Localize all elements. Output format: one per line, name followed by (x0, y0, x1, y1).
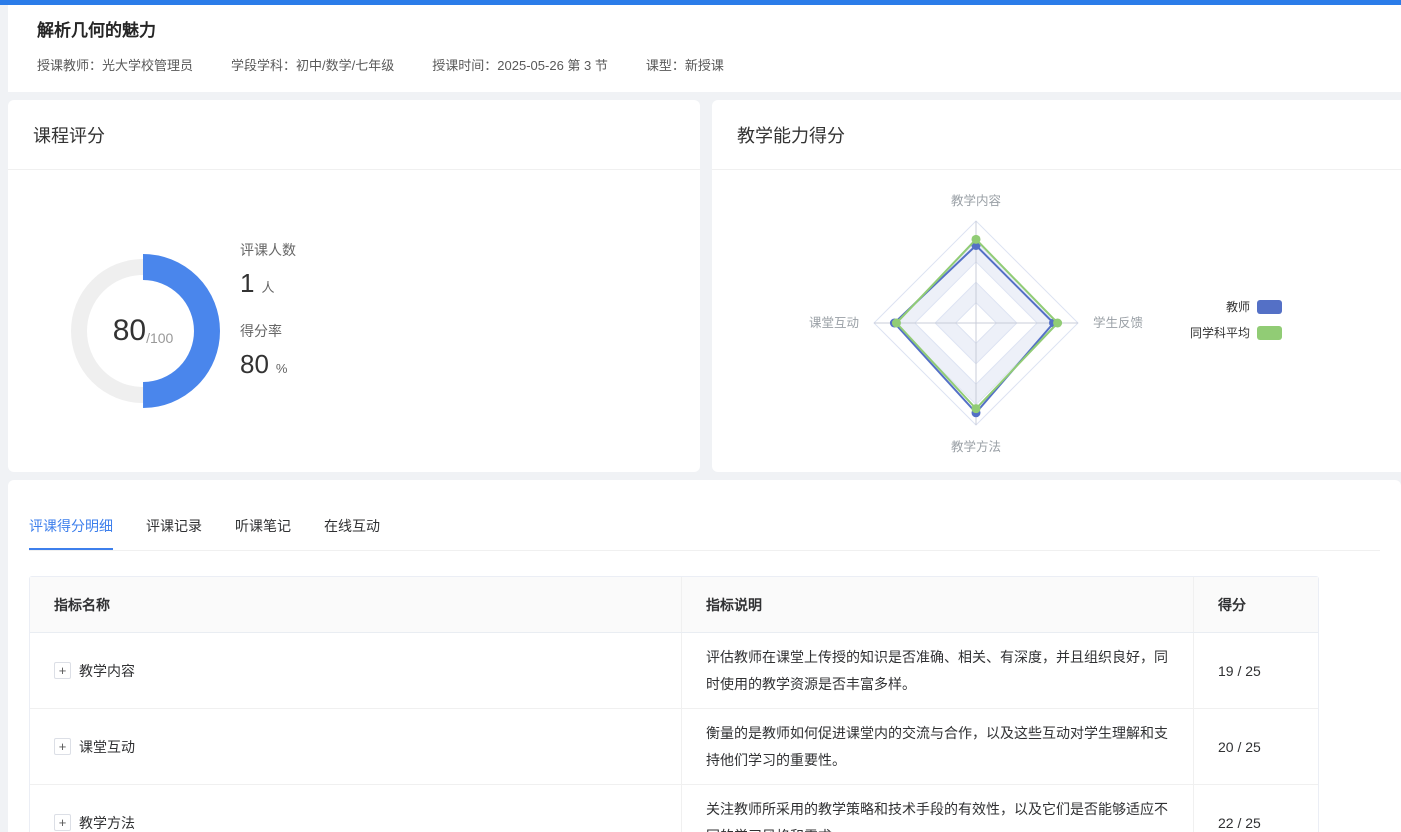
indicator-score: 22 / 25 (1218, 815, 1261, 831)
indicator-desc: 关注教师所采用的教学策略和技术手段的有效性，以及它们是否能够适应不同的学习风格和… (706, 796, 1169, 832)
indicator-score: 19 / 25 (1218, 663, 1261, 679)
indicator-desc-cell: 衡量的是教师如何促进课堂内的交流与合作，以及这些互动对学生理解和支持他们学习的重… (681, 709, 1193, 784)
indicator-name-cell: + 教学内容 (30, 633, 681, 708)
indicator-score: 20 / 25 (1218, 739, 1261, 755)
table-row: + 课堂互动 衡量的是教师如何促进课堂内的交流与合作，以及这些互动对学生理解和支… (30, 709, 1318, 785)
course-header: 解析几何的魅力 授课教师：光大学校管理员 学段学科：初中/数学/七年级 授课时间：2… (8, 5, 1401, 92)
meta-label: 授课教师： (37, 58, 102, 73)
indicator-desc-cell: 关注教师所采用的教学策略和技术手段的有效性，以及它们是否能够适应不同的学习风格和… (681, 785, 1193, 832)
reviewers-value: 1 (240, 268, 254, 299)
course-score-card-title: 课程评分 (33, 122, 105, 148)
score-rate-unit: % (276, 361, 288, 376)
donut-score-denominator: /100 (146, 330, 173, 346)
svg-text:教学内容: 教学内容 (951, 193, 1001, 208)
tab-item[interactable]: 听课笔记 (235, 516, 291, 550)
indicator-score-cell: 22 / 25 (1193, 785, 1318, 832)
teaching-ability-card: 教学能力得分 教学内容学生反馈教学方法 课堂互动 教师同学科平均 (712, 100, 1401, 472)
svg-text:教学方法: 教学方法 (951, 439, 1001, 454)
course-meta-item: 学段学科：初中/数学/七年级 (231, 55, 394, 74)
meta-value: 2025-05-26 第 3 节 (497, 58, 608, 73)
meta-label: 授课时间： (432, 58, 497, 73)
course-meta-row: 授课教师：光大学校管理员 学段学科：初中/数学/七年级 授课时间：2025-05-2… (37, 55, 724, 74)
indicator-name: 课堂互动 (79, 737, 135, 757)
table-header-row: 指标名称 指标说明 得分 (30, 577, 1318, 633)
meta-label: 学段学科： (231, 58, 296, 73)
legend-item[interactable]: 教师 (1226, 298, 1282, 315)
course-meta-item: 授课教师：光大学校管理员 (37, 55, 193, 74)
score-rate-value: 80 (240, 349, 269, 380)
detail-tabs: 评课得分明细评课记录听课笔记在线互动 (29, 516, 1380, 551)
radar-chart: 教学内容学生反馈教学方法 课堂互动 (712, 170, 1401, 472)
reviewers-unit: 人 (261, 277, 274, 296)
indicator-desc: 评估教师在课堂上传授的知识是否准确、相关、有深度，并且组织良好，同时使用的教学资… (706, 644, 1169, 698)
teaching-ability-card-title: 教学能力得分 (737, 122, 845, 148)
legend-label: 同学科平均 (1190, 324, 1250, 341)
expand-row-button[interactable]: + (54, 738, 71, 755)
indicator-score-cell: 19 / 25 (1193, 633, 1318, 708)
course-score-card: 课程评分 80/100 评课人数 1 人 得分率 80 % (8, 100, 700, 472)
indicator-name: 教学内容 (79, 661, 135, 681)
expand-row-button[interactable]: + (54, 662, 71, 679)
tab-item[interactable]: 在线互动 (324, 516, 380, 550)
column-score: 得分 (1193, 577, 1318, 632)
indicator-score-cell: 20 / 25 (1193, 709, 1318, 784)
legend-marker (1257, 326, 1282, 340)
meta-value: 光大学校管理员 (102, 58, 193, 73)
indicator-name-cell: + 教学方法 (30, 785, 681, 832)
svg-text:课堂互动: 课堂互动 (809, 316, 859, 330)
column-indicator-desc: 指标说明 (681, 577, 1193, 632)
column-indicator-name: 指标名称 (30, 577, 681, 632)
page-title: 解析几何的魅力 (37, 16, 156, 41)
radar-legend: 教师同学科平均 (1190, 298, 1282, 341)
teaching-ability-card-header: 教学能力得分 (712, 100, 1401, 170)
meta-value: 新授课 (685, 58, 724, 73)
indicator-table: 指标名称 指标说明 得分 + 教学内容 评估教师在课堂上传授的知识是否准确、相关… (29, 576, 1319, 832)
indicator-name-cell: + 课堂互动 (30, 709, 681, 784)
reviewers-label: 评课人数 (240, 240, 296, 260)
tab-item[interactable]: 评课记录 (146, 516, 202, 550)
legend-label: 教师 (1226, 298, 1250, 315)
legend-item[interactable]: 同学科平均 (1190, 324, 1282, 341)
course-meta-item: 课型：新授课 (646, 55, 724, 74)
indicator-desc-cell: 评估教师在课堂上传授的知识是否准确、相关、有深度，并且组织良好，同时使用的教学资… (681, 633, 1193, 708)
table-row: + 教学方法 关注教师所采用的教学策略和技术手段的有效性，以及它们是否能够适应不… (30, 785, 1318, 832)
course-score-card-header: 课程评分 (8, 100, 700, 170)
indicator-name: 教学方法 (79, 813, 135, 832)
score-stats: 评课人数 1 人 得分率 80 % (240, 240, 296, 380)
score-donut-chart: 80/100 (57, 245, 229, 417)
course-meta-item: 授课时间：2025-05-26 第 3 节 (432, 55, 608, 74)
indicator-desc: 衡量的是教师如何促进课堂内的交流与合作，以及这些互动对学生理解和支持他们学习的重… (706, 720, 1169, 774)
donut-center-text: 80/100 (57, 245, 229, 417)
donut-score-value: 80 (113, 314, 146, 348)
table-row: + 教学内容 评估教师在课堂上传授的知识是否准确、相关、有深度，并且组织良好，同… (30, 633, 1318, 709)
score-rate-label: 得分率 (240, 321, 296, 341)
legend-marker (1257, 300, 1282, 314)
meta-label: 课型： (646, 58, 685, 73)
expand-row-button[interactable]: + (54, 814, 71, 831)
svg-text:学生反馈: 学生反馈 (1093, 315, 1143, 330)
tab-item[interactable]: 评课得分明细 (29, 516, 113, 550)
detail-panel: 评课得分明细评课记录听课笔记在线互动 指标名称 指标说明 得分 + 教学内容 评… (8, 480, 1401, 832)
meta-value: 初中/数学/七年级 (296, 58, 394, 73)
